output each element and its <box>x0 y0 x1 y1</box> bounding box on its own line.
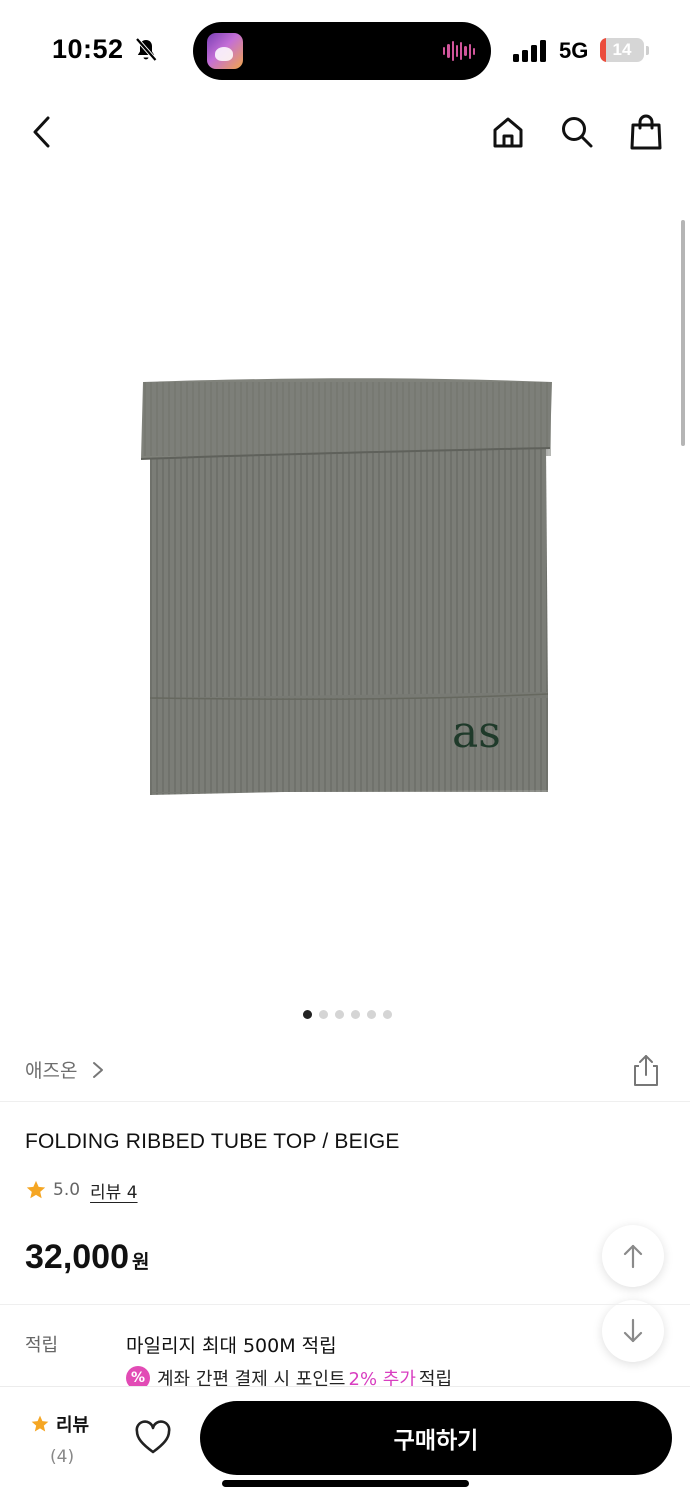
product-logo: as <box>452 707 501 758</box>
now-playing-app-icon <box>207 33 243 69</box>
home-button[interactable] <box>486 108 530 156</box>
cart-button[interactable] <box>624 108 668 156</box>
home-icon <box>493 117 523 148</box>
dynamic-island <box>193 22 491 80</box>
pager-dot <box>350 1010 360 1019</box>
pager-dot <box>302 1010 312 1019</box>
battery-level: 14 <box>612 40 632 59</box>
review-link[interactable]: 리뷰 4 <box>90 1178 138 1203</box>
bottom-review-label: 리뷰 <box>56 1415 90 1436</box>
pager-dot <box>366 1010 376 1019</box>
heart-icon[interactable] <box>134 1419 172 1457</box>
scroll-up-button[interactable] <box>602 1225 664 1287</box>
chevron-right-icon <box>93 1062 103 1078</box>
pager-dot <box>318 1010 328 1019</box>
points-mileage: 마일리지 최대 500M 적립 <box>126 1335 337 1357</box>
scroll-down-button[interactable] <box>602 1300 664 1362</box>
brand-link[interactable]: 애즈온 <box>25 1056 77 1083</box>
star-icon <box>26 1180 46 1199</box>
arrow-down-icon <box>623 1318 643 1343</box>
product-photo: as <box>140 378 552 795</box>
home-indicator <box>222 1480 469 1487</box>
bottom-review-button[interactable]: 리뷰 (4) <box>30 1411 98 1467</box>
pager-dot <box>382 1010 392 1019</box>
pager-dot <box>334 1010 344 1019</box>
search-button[interactable] <box>555 108 599 156</box>
brand-row: 애즈온 <box>0 1040 690 1102</box>
price-row: 32,000 원 <box>25 1238 149 1277</box>
status-bar: 10:52 5G 14 <box>0 0 690 100</box>
bottom-action-bar: 리뷰 (4) 구매하기 <box>0 1386 690 1500</box>
battery-icon: 14 <box>600 38 644 62</box>
bell-slash-icon <box>135 37 158 62</box>
arrow-up-icon <box>623 1244 643 1269</box>
rating-value: 5.0 <box>53 1180 81 1200</box>
chevron-left-icon <box>33 116 50 148</box>
rating-row: 5.0 리뷰 4 <box>25 1177 138 1203</box>
product-title: FOLDING RIBBED TUBE TOP / BEIGE <box>25 1130 400 1153</box>
product-image-carousel[interactable]: as <box>0 170 690 1000</box>
network-type: 5G <box>559 38 589 63</box>
audio-waveform-icon <box>443 40 475 62</box>
back-button[interactable] <box>20 108 64 156</box>
bottom-review-top: 리뷰 <box>30 1411 98 1437</box>
shopping-bag-icon <box>630 114 662 150</box>
section-divider <box>0 1304 690 1305</box>
status-time: 10:52 <box>52 34 124 64</box>
share-icon[interactable] <box>628 1052 664 1088</box>
buy-button[interactable]: 구매하기 <box>200 1401 672 1475</box>
cellular-signal-icon <box>513 40 549 62</box>
top-nav-bar <box>0 100 690 164</box>
points-label: 적립 <box>25 1335 59 1356</box>
scroll-indicator <box>681 220 685 446</box>
battery-cap <box>646 46 649 55</box>
bottom-review-count: (4) <box>50 1447 75 1467</box>
search-icon <box>562 117 593 148</box>
price-value: 32,000 <box>25 1238 129 1276</box>
image-pager <box>0 1010 690 1022</box>
star-icon <box>31 1415 49 1432</box>
price-unit: 원 <box>132 1251 150 1273</box>
